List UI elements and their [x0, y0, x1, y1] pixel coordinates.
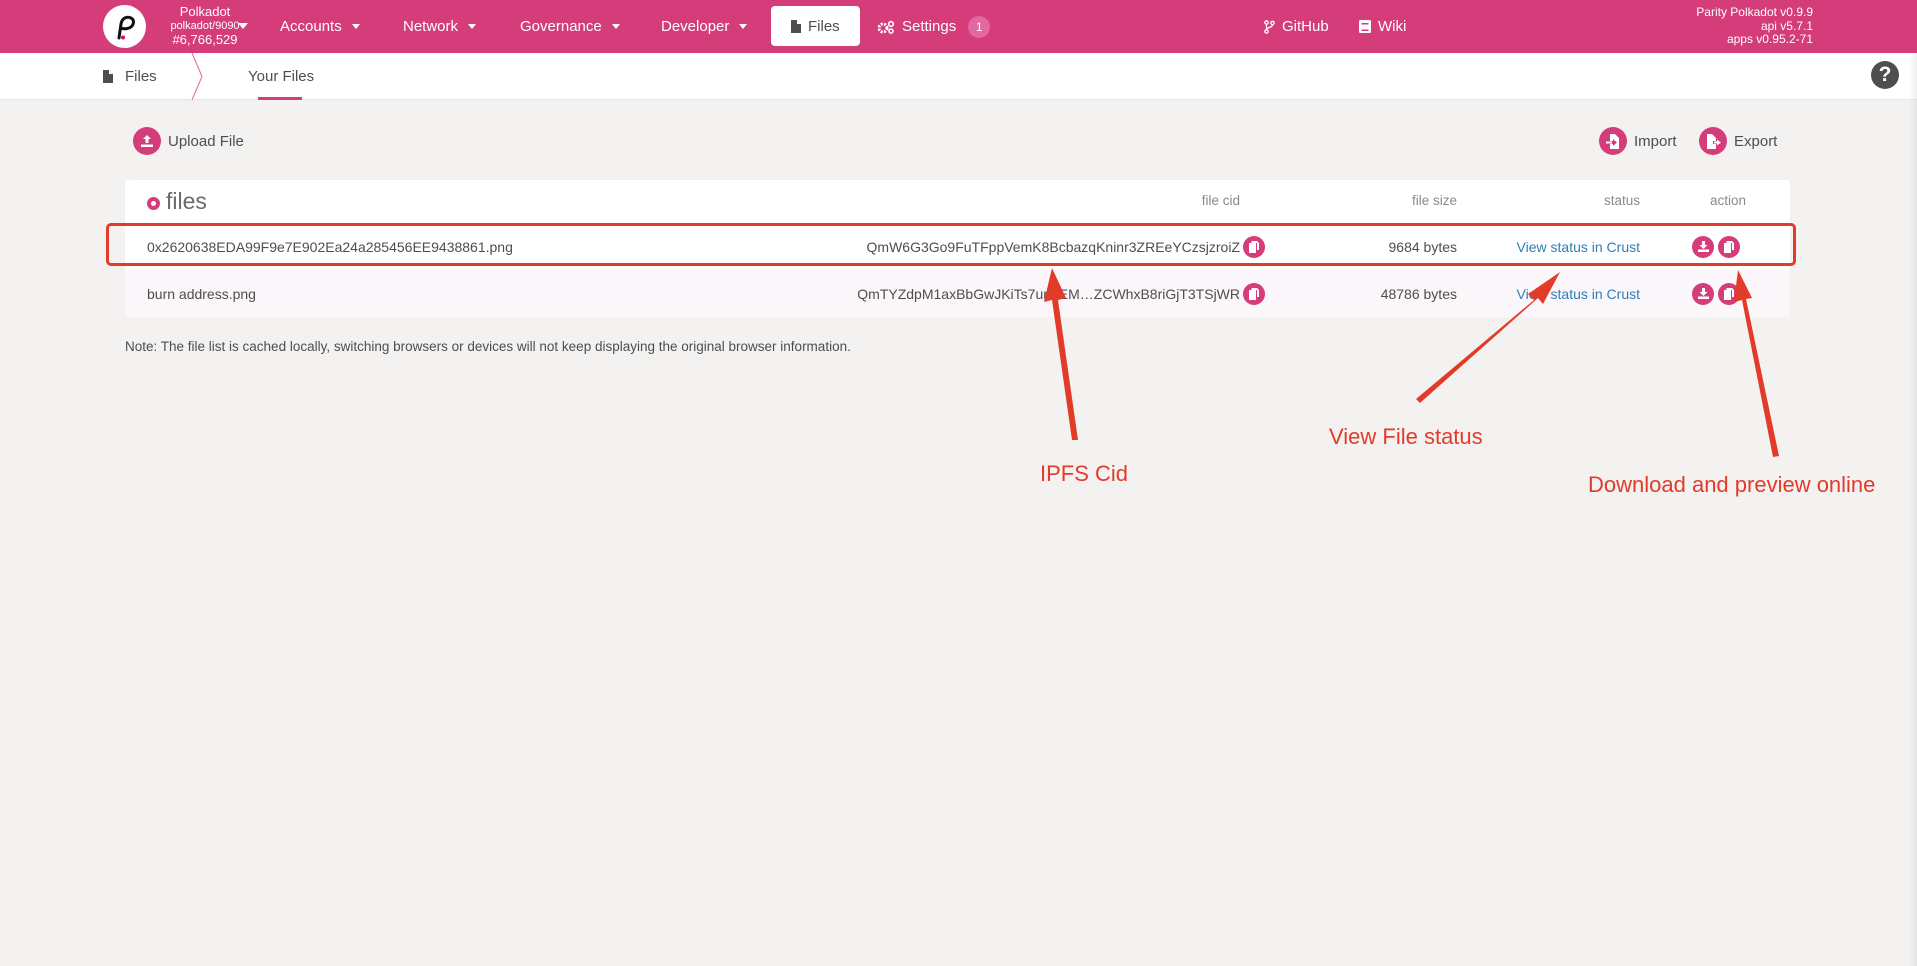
file-export-icon	[1699, 127, 1727, 155]
table-title-text: files	[166, 188, 207, 214]
nav-files-label: Files	[808, 17, 840, 35]
block-number: #6,766,529	[172, 32, 238, 47]
view-status-link[interactable]: View status in Crust	[1517, 270, 1640, 317]
polkadot-logo[interactable]	[103, 5, 146, 48]
annotation-label-cid: IPFS Cid	[1040, 461, 1129, 486]
nav-governance[interactable]: Governance	[520, 0, 620, 53]
annotation-label-actions: Download and preview online	[1588, 472, 1876, 497]
wiki-link[interactable]: Wiki	[1359, 0, 1406, 53]
node-version: Parity Polkadot v0.9.9	[1696, 5, 1813, 19]
import-label: Import	[1634, 132, 1677, 150]
nav-settings[interactable]: Settings 1	[877, 0, 991, 53]
export-label: Export	[1734, 132, 1778, 150]
chevron-down-icon	[468, 24, 477, 29]
bullet-icon	[147, 197, 160, 210]
github-link[interactable]: GitHub	[1264, 0, 1329, 53]
chevron-down-icon	[611, 24, 620, 29]
nav-network-label: Network	[403, 18, 459, 35]
table-row: burn address.png QmTYZdpM1axBbGwJKiTs7ur…	[125, 270, 1790, 317]
file-icon	[791, 19, 801, 33]
nav-settings-label: Settings	[902, 18, 957, 35]
import-button[interactable]: Import	[1599, 127, 1677, 155]
breadcrumb-files-label: Files	[125, 68, 157, 85]
upload-icon	[133, 127, 161, 155]
tabs-bar: Files Your Files	[0, 53, 1917, 100]
scrollbar-track	[1909, 53, 1917, 966]
table-header: files file cid file size status action	[125, 180, 1790, 222]
chevron-down-icon[interactable]	[238, 23, 248, 29]
breadcrumb-separator-icon	[191, 53, 203, 100]
upload-file-label: Upload File	[168, 132, 244, 150]
version-info: Parity Polkadot v0.9.9 api v5.7.1 apps v…	[1696, 5, 1813, 47]
nav-governance-label: Governance	[520, 18, 602, 35]
copy-icon	[1718, 282, 1740, 305]
nav-accounts-label: Accounts	[280, 18, 342, 35]
code-branch-icon	[1264, 19, 1275, 34]
annotation-highlight-box	[106, 223, 1796, 266]
api-version: api v5.7.1	[1760, 18, 1813, 33]
gears-icon	[877, 20, 895, 34]
nav-developer-label: Developer	[661, 18, 730, 35]
file-name: burn address.png	[147, 285, 256, 302]
annotation-label-status: View File status	[1329, 424, 1483, 449]
file-import-icon	[1599, 127, 1627, 155]
tab-your-files[interactable]: Your Files	[248, 53, 314, 100]
settings-badge: 1	[968, 15, 991, 38]
copy-cid-button[interactable]	[1243, 270, 1265, 317]
breadcrumb-files: Files	[103, 53, 157, 100]
tab-your-files-label: Your Files	[248, 68, 315, 85]
preview-button[interactable]	[1718, 270, 1740, 317]
upload-file-button[interactable]: Upload File	[133, 127, 244, 155]
nav-developer[interactable]: Developer	[661, 0, 748, 53]
book-icon	[1359, 20, 1371, 33]
file-icon	[103, 70, 113, 83]
file-cid: QmTYZdpM1axBbGwJKiTs7urGEM…ZCWhxB8riGjT3…	[857, 285, 1240, 302]
header-action: action	[1709, 193, 1746, 208]
github-label: GitHub	[1282, 18, 1329, 35]
header-file-size: file size	[1411, 193, 1457, 208]
wiki-label: Wiki	[1378, 18, 1407, 35]
nav-network[interactable]: Network	[403, 0, 477, 53]
chevron-down-icon	[739, 24, 748, 29]
nav-accounts[interactable]: Accounts	[280, 0, 360, 53]
help-icon[interactable]: ?	[1871, 61, 1899, 89]
download-icon	[1692, 282, 1714, 305]
header-status: status	[1603, 193, 1640, 208]
copy-icon	[1243, 282, 1265, 305]
top-navigation-bar: Polkadot polkadot/9090 #6,766,529 Accoun…	[0, 0, 1917, 53]
header-file-cid: file cid	[1201, 193, 1240, 208]
export-button[interactable]: Export	[1699, 127, 1777, 155]
download-button[interactable]	[1692, 270, 1714, 317]
apps-version: apps v0.95.2-71	[1726, 32, 1813, 46]
nav-files[interactable]: Files	[771, 6, 860, 46]
chain-name: Polkadot	[179, 4, 231, 19]
chevron-down-icon	[351, 24, 360, 29]
file-size: 48786 bytes	[1380, 285, 1457, 302]
table-title: files	[147, 188, 207, 215]
cache-note: Note: The file list is cached locally, s…	[125, 339, 851, 354]
polkadot-logo-icon	[117, 15, 135, 39]
active-tab-indicator	[258, 97, 302, 100]
